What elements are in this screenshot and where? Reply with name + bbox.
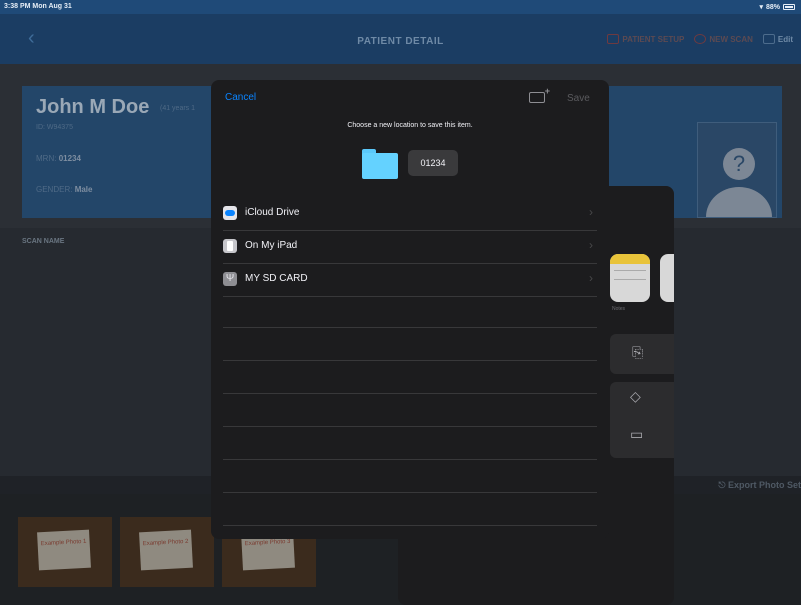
navigation-bar: ‹ PATIENT DETAIL PATIENT SETUP NEW SCAN … — [0, 14, 801, 64]
export-photo-set-button[interactable]: ⎋ Export Photo Set — [718, 480, 801, 491]
patient-gender: GENDER: Male — [36, 185, 92, 194]
photo-thumbnail[interactable]: Example Photo 1 — [18, 517, 112, 587]
notes-app-icon[interactable] — [610, 254, 650, 302]
avatar-placeholder-icon: ? — [723, 148, 755, 180]
cancel-button[interactable]: Cancel — [225, 92, 256, 103]
gender-value: Male — [74, 185, 93, 194]
save-location-picker: Cancel Save Choose a new location to sav… — [211, 80, 609, 539]
status-time: 3:38 PM Mon Aug 31 — [4, 3, 72, 10]
location-on-my-ipad[interactable]: On My iPad › — [223, 231, 597, 264]
list-divider — [223, 426, 597, 427]
folder-icon[interactable]: ▭ — [630, 426, 643, 443]
notes-app-lines — [614, 270, 646, 280]
list-divider — [223, 360, 597, 361]
tag-icon[interactable]: ◇ — [630, 388, 641, 405]
share-action-group: ⎘ — [610, 334, 674, 374]
status-right: ▾ 88% — [759, 3, 795, 11]
nav-actions: PATIENT SETUP NEW SCAN Edit — [607, 34, 793, 44]
battery-icon — [783, 4, 795, 10]
new-scan-button[interactable]: NEW SCAN — [694, 34, 753, 44]
gender-label: GENDER: — [36, 185, 73, 194]
battery-percent: 88% — [765, 3, 780, 11]
list-divider — [223, 327, 597, 328]
new-folder-icon[interactable] — [529, 86, 550, 103]
scan-icon — [694, 34, 707, 44]
edit-button[interactable]: Edit — [762, 34, 793, 44]
mrn-label: MRN: — [36, 154, 57, 163]
patient-id: ID: W94375 — [36, 124, 73, 131]
picker-prompt: Choose a new location to save this item. — [347, 122, 473, 129]
list-divider — [223, 459, 597, 460]
wifi-icon: ▾ — [759, 4, 763, 11]
ipad-icon — [223, 239, 237, 253]
export-label: Export Photo Set — [727, 480, 801, 490]
location-label: On My iPad — [245, 240, 298, 251]
list-divider — [223, 492, 597, 493]
patient-setup-button[interactable]: PATIENT SETUP — [607, 34, 684, 44]
list-divider — [223, 525, 597, 526]
photo-thumbnail[interactable]: Example Photo 2 — [120, 517, 214, 587]
location-label: iCloud Drive — [245, 207, 300, 218]
edit-icon — [762, 34, 775, 44]
usb-drive-icon: Ψ — [223, 272, 237, 286]
patient-mrn: MRN: 01234 — [36, 154, 81, 163]
mrn-value: 01234 — [58, 154, 81, 163]
folder-body — [362, 153, 398, 179]
list-divider — [223, 393, 597, 394]
thumbnail-text: Example Photo 2 — [142, 538, 189, 548]
icloud-drive-icon — [223, 206, 237, 220]
notes-app-label: Notes — [612, 306, 626, 312]
avatar[interactable]: ? — [697, 122, 777, 218]
chevron-right-icon: › — [589, 205, 593, 219]
copy-icon[interactable]: ⎘ — [632, 344, 643, 361]
patient-age: (41 years 1 — [160, 105, 196, 112]
avatar-body — [706, 187, 772, 217]
patient-setup-label: PATIENT SETUP — [622, 34, 685, 44]
location-icloud-drive[interactable]: iCloud Drive › — [223, 198, 597, 231]
chevron-right-icon: › — [589, 238, 593, 252]
folder-icon — [362, 149, 398, 179]
patient-name: John M Doe — [36, 96, 150, 118]
scan-name-header: SCAN NAME — [22, 238, 65, 245]
app-icon[interactable] — [660, 254, 674, 302]
notes-app-top — [610, 254, 650, 264]
filename-field[interactable]: 01234 — [408, 150, 458, 176]
status-bar: 3:38 PM Mon Aug 31 ▾ 88% — [0, 0, 801, 14]
chevron-right-icon: › — [589, 271, 593, 285]
location-sd-card[interactable]: Ψ MY SD CARD › — [223, 264, 597, 297]
share-action-group: ◇ ▭ — [610, 382, 674, 458]
location-label: MY SD CARD — [245, 273, 308, 284]
camera-icon — [607, 34, 620, 44]
thumbnail-paper: Example Photo 2 — [139, 529, 193, 571]
edit-label: Edit — [777, 34, 793, 44]
thumbnail-text: Example Photo 1 — [40, 538, 87, 548]
new-scan-label: NEW SCAN — [709, 34, 753, 44]
thumbnail-paper: Example Photo 1 — [37, 529, 91, 571]
save-button[interactable]: Save — [567, 93, 590, 104]
share-icon: ⎋ — [718, 480, 726, 490]
